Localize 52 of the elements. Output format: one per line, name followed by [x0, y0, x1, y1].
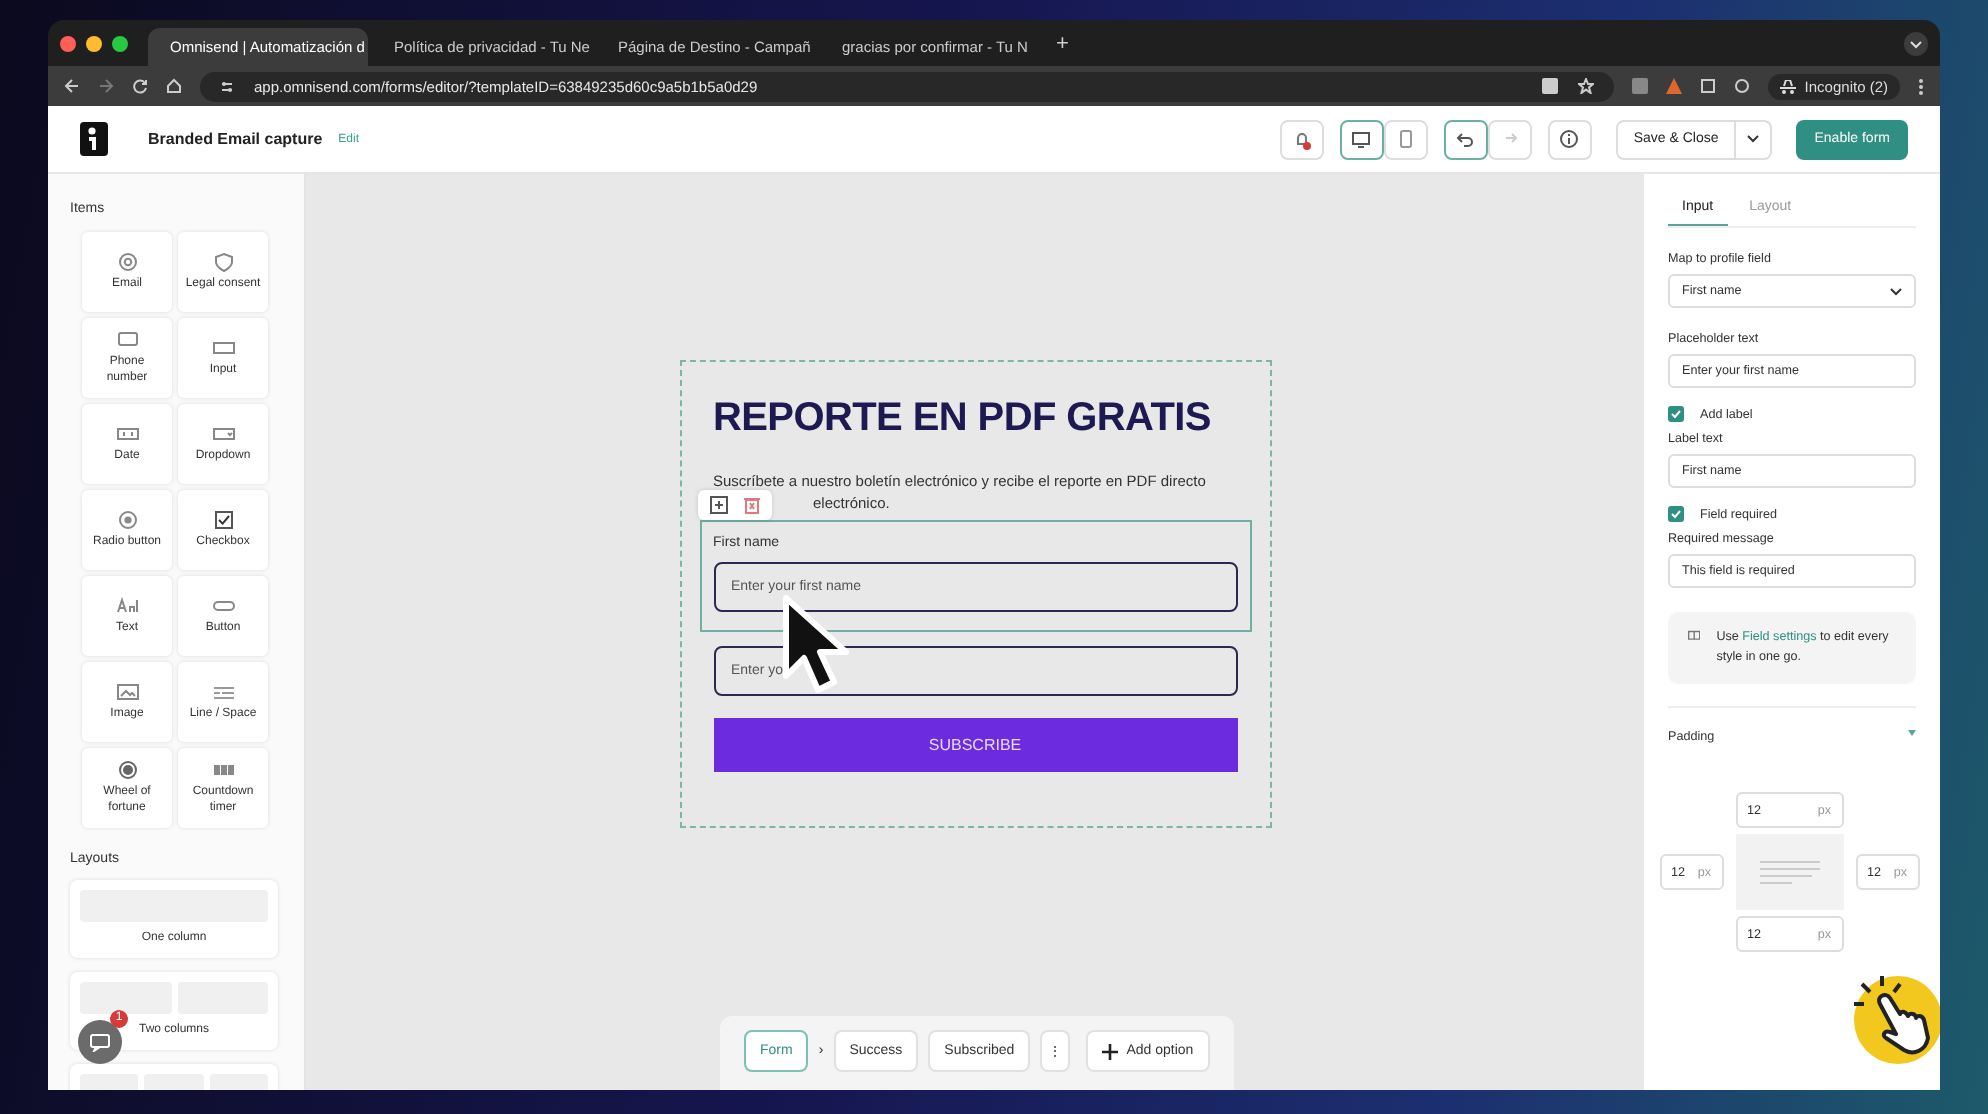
window-controls-icon — [60, 35, 128, 51]
check-icon — [1670, 508, 1682, 520]
caret-icon[interactable] — [1908, 730, 1916, 737]
image-icon — [115, 681, 139, 702]
info-button[interactable] — [1547, 119, 1592, 159]
check-icon — [1670, 408, 1682, 420]
monitor-icon — [1352, 131, 1371, 147]
form-heading: REPORTE EN PDF GRATIS — [713, 394, 1211, 444]
chevron-down-icon[interactable] — [1904, 31, 1928, 55]
new-tab-button[interactable]: + — [1056, 31, 1069, 55]
lines-icon — [1759, 860, 1819, 885]
preview-button[interactable] — [1279, 119, 1324, 159]
form-title: Branded Email capture — [148, 130, 323, 148]
checkbox[interactable] — [1668, 506, 1684, 522]
dropdown-icon — [211, 423, 235, 444]
site-info-icon — [220, 79, 234, 93]
desktop-view-button[interactable] — [1339, 119, 1384, 159]
button-shape-icon — [211, 595, 235, 616]
trash-icon[interactable] — [743, 496, 759, 514]
star-icon[interactable] — [1578, 78, 1595, 94]
phone-icon — [1399, 130, 1412, 148]
input-icon — [211, 337, 235, 358]
caret-icon — [1890, 287, 1902, 295]
checkbox[interactable] — [1668, 406, 1684, 422]
back-icon[interactable] — [64, 78, 80, 94]
lines-icon — [211, 681, 235, 702]
duplicate-icon[interactable] — [709, 496, 727, 514]
text-icon — [115, 595, 139, 616]
chat-bubble-icon — [115, 329, 139, 350]
incognito-icon — [1780, 79, 1797, 93]
logo-icon — [80, 122, 108, 156]
subscribe-button[interactable]: SUBSCRIBE — [713, 718, 1237, 772]
shield-icon — [211, 251, 235, 272]
bell-icon — [1291, 129, 1312, 149]
plus-icon — [1102, 1043, 1119, 1059]
book-icon — [1688, 628, 1701, 642]
info-icon — [1560, 130, 1579, 148]
undo-icon — [1456, 131, 1475, 147]
caret-icon — [1746, 134, 1761, 144]
chat-icon — [90, 1033, 110, 1051]
more-icon[interactable] — [1918, 77, 1924, 95]
reload-icon[interactable] — [132, 78, 148, 94]
forward-icon[interactable] — [98, 78, 114, 94]
home-icon[interactable] — [166, 78, 182, 94]
timer-icon — [211, 759, 235, 780]
checkbox-icon — [211, 509, 235, 530]
date-field-icon — [115, 423, 139, 444]
undo-button[interactable] — [1443, 119, 1488, 159]
radio-icon — [115, 509, 139, 530]
column-preview — [80, 982, 171, 1014]
wheel-icon — [115, 759, 139, 780]
redo-icon — [1500, 131, 1519, 147]
